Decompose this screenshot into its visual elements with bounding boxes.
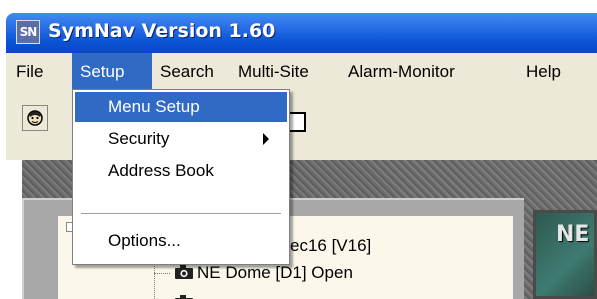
screen: SN SymNav Version 1.60 File Setup Search… [0, 0, 597, 299]
menu-separator [81, 213, 281, 215]
tree-node-label[interactable]: NE Dome [D1] Open [197, 263, 353, 283]
tree-node-partial[interactable]: ec16 [V16] [290, 236, 371, 256]
title-bar[interactable]: SN SymNav Version 1.60 [6, 13, 597, 53]
menu-multi-site[interactable]: Multi-Site [230, 53, 340, 90]
monitor-label: NE [556, 222, 590, 247]
security-label: Security [108, 129, 170, 148]
toolbar-field[interactable] [288, 112, 306, 132]
menu-file[interactable]: File [8, 53, 52, 90]
address-book-item[interactable]: Address Book [75, 156, 287, 186]
menu-setup-item[interactable]: Menu Setup [75, 92, 287, 122]
options-item[interactable]: Options... [75, 226, 287, 256]
setup-dropdown-menu: Menu Setup Security Address Book Options… [72, 89, 290, 265]
camera-icon [174, 264, 194, 284]
camera-icon [174, 290, 194, 299]
window-title: SymNav Version 1.60 [48, 20, 276, 42]
menu-help[interactable]: Help [518, 53, 578, 90]
menu-alarm-monitor[interactable]: Alarm-Monitor [340, 53, 490, 90]
menu-bar: File Setup Search Multi-Site Alarm-Monit… [6, 53, 597, 90]
menu-setup[interactable]: Setup [72, 53, 152, 90]
app-icon: SN [16, 20, 40, 44]
submenu-arrow-icon [263, 133, 269, 145]
security-item[interactable]: Security [75, 124, 287, 154]
menu-search[interactable]: Search [152, 53, 230, 90]
tree-connector-branch [154, 273, 170, 274]
user-face-icon[interactable] [22, 105, 48, 131]
